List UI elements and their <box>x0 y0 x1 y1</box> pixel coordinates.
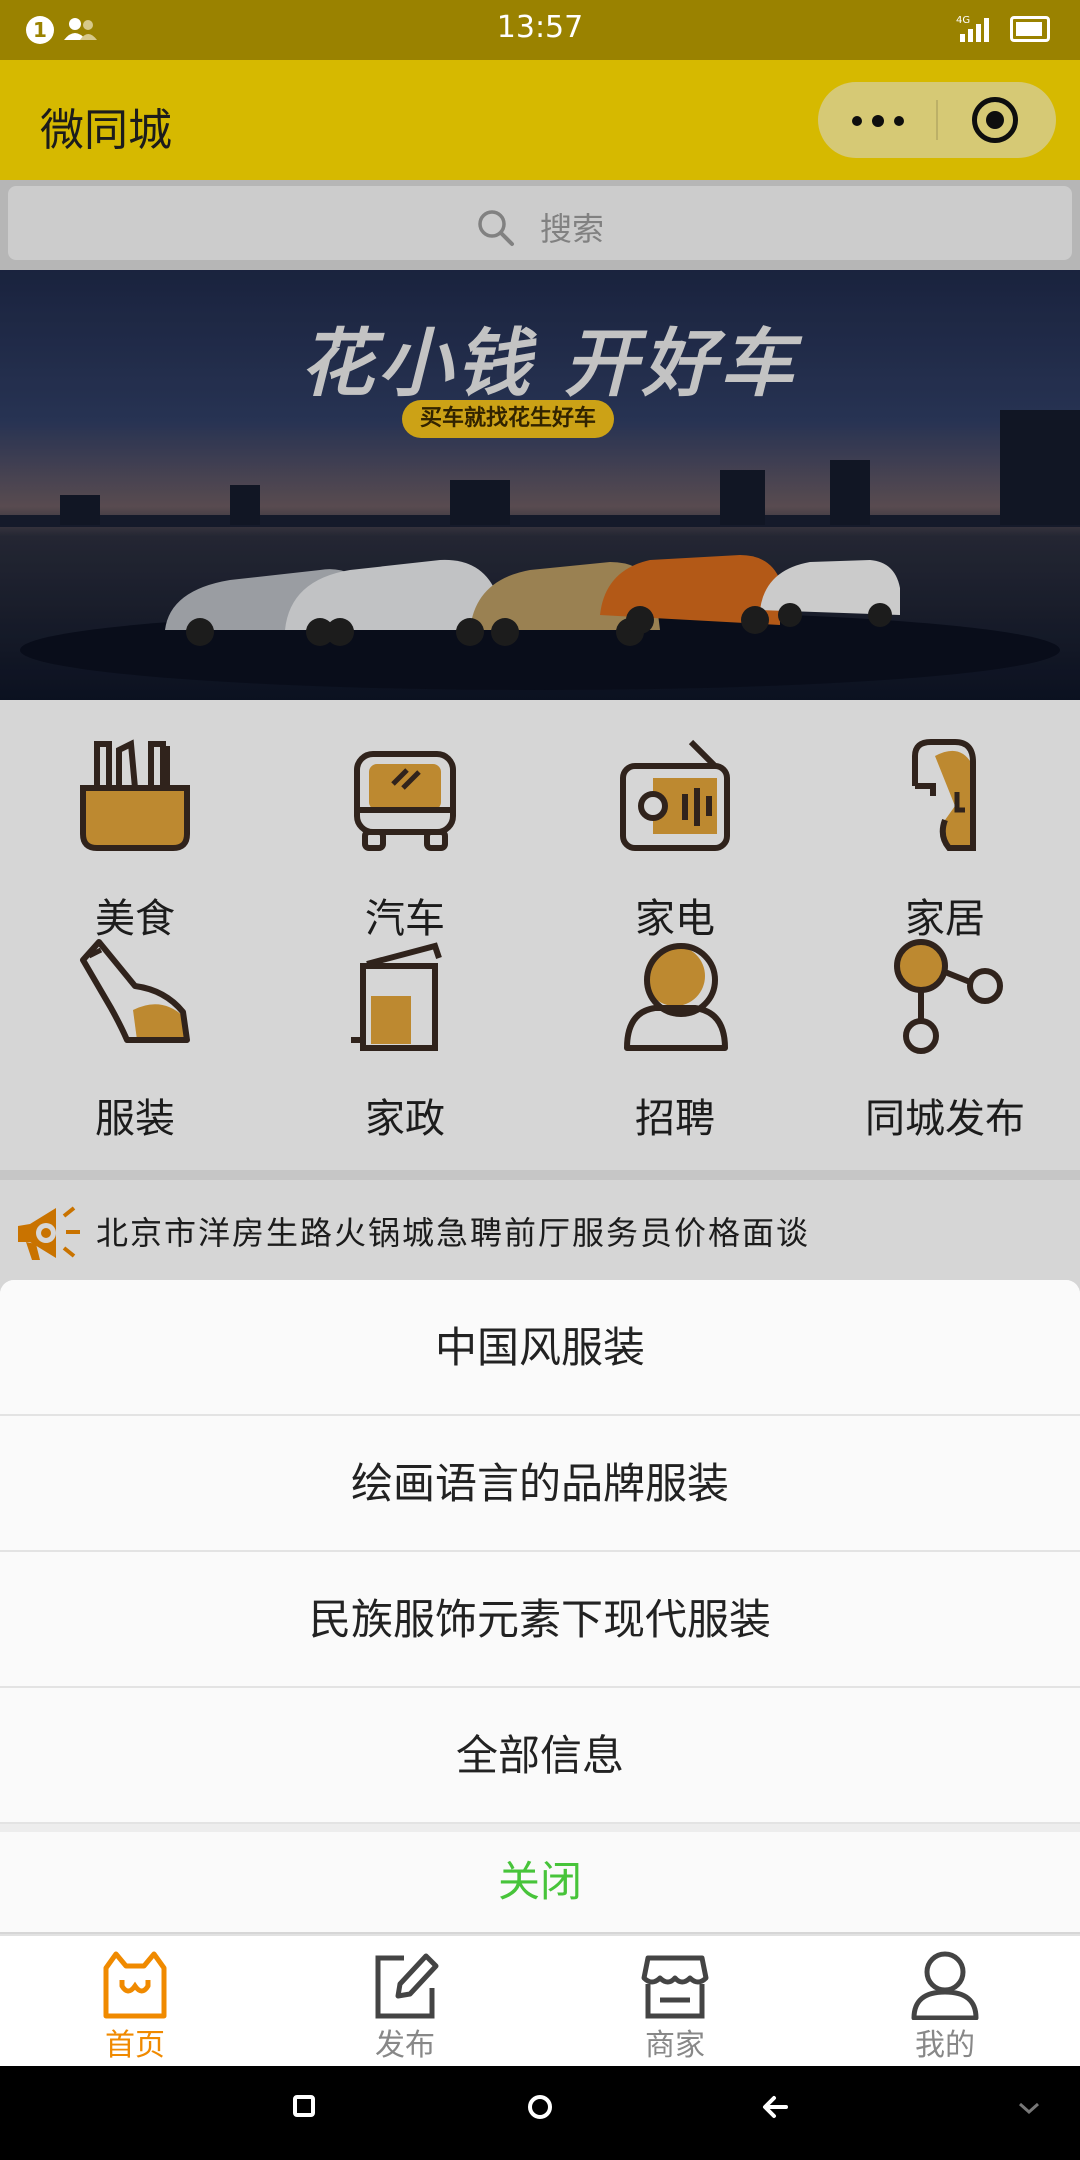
tab-merchants[interactable]: 商家 <box>540 1936 810 2068</box>
tab-label: 我的 <box>915 2028 975 2063</box>
action-sheet-gap <box>0 1824 1080 1832</box>
battery-icon <box>1010 16 1050 42</box>
tab-label: 发布 <box>375 2028 435 2063</box>
network-type: 4G <box>956 15 970 26</box>
user-icon <box>911 1951 979 2020</box>
edit-icon <box>375 1953 439 2019</box>
tab-publish[interactable]: 发布 <box>270 1936 540 2068</box>
action-sheet: 中国风服装 绘画语言的品牌服装 民族服饰元素下现代服装 全部信息 关闭 <box>0 1280 1080 1932</box>
recent-apps-icon[interactable] <box>290 2092 318 2120</box>
chevron-down-icon[interactable] <box>1016 2098 1042 2118</box>
action-item-ethnic-modern[interactable]: 民族服饰元素下现代服装 <box>0 1552 1080 1688</box>
signal-icon: 4G <box>956 15 989 42</box>
back-arrow-icon[interactable] <box>760 2092 790 2122</box>
tab-home[interactable]: 首页 <box>0 1936 270 2068</box>
home-cat-icon <box>103 1951 167 2019</box>
close-button[interactable]: 关闭 <box>0 1832 1080 1932</box>
action-item-all-info[interactable]: 全部信息 <box>0 1688 1080 1824</box>
action-item-chinese-style[interactable]: 中国风服装 <box>0 1280 1080 1416</box>
status-time: 13:57 <box>496 10 584 45</box>
home-circle-icon[interactable] <box>525 2092 555 2122</box>
store-icon <box>641 1955 709 2019</box>
status-bar: 1 13:57 4G <box>0 0 1080 60</box>
tab-label: 商家 <box>645 2028 705 2063</box>
tab-me[interactable]: 我的 <box>810 1936 1080 2068</box>
tab-label: 首页 <box>105 2028 165 2063</box>
tab-bar: 首页 发布 商家 我的 <box>0 1934 1080 2066</box>
system-navigation-bar <box>0 2066 1080 2160</box>
action-item-painting-brand[interactable]: 绘画语言的品牌服装 <box>0 1416 1080 1552</box>
